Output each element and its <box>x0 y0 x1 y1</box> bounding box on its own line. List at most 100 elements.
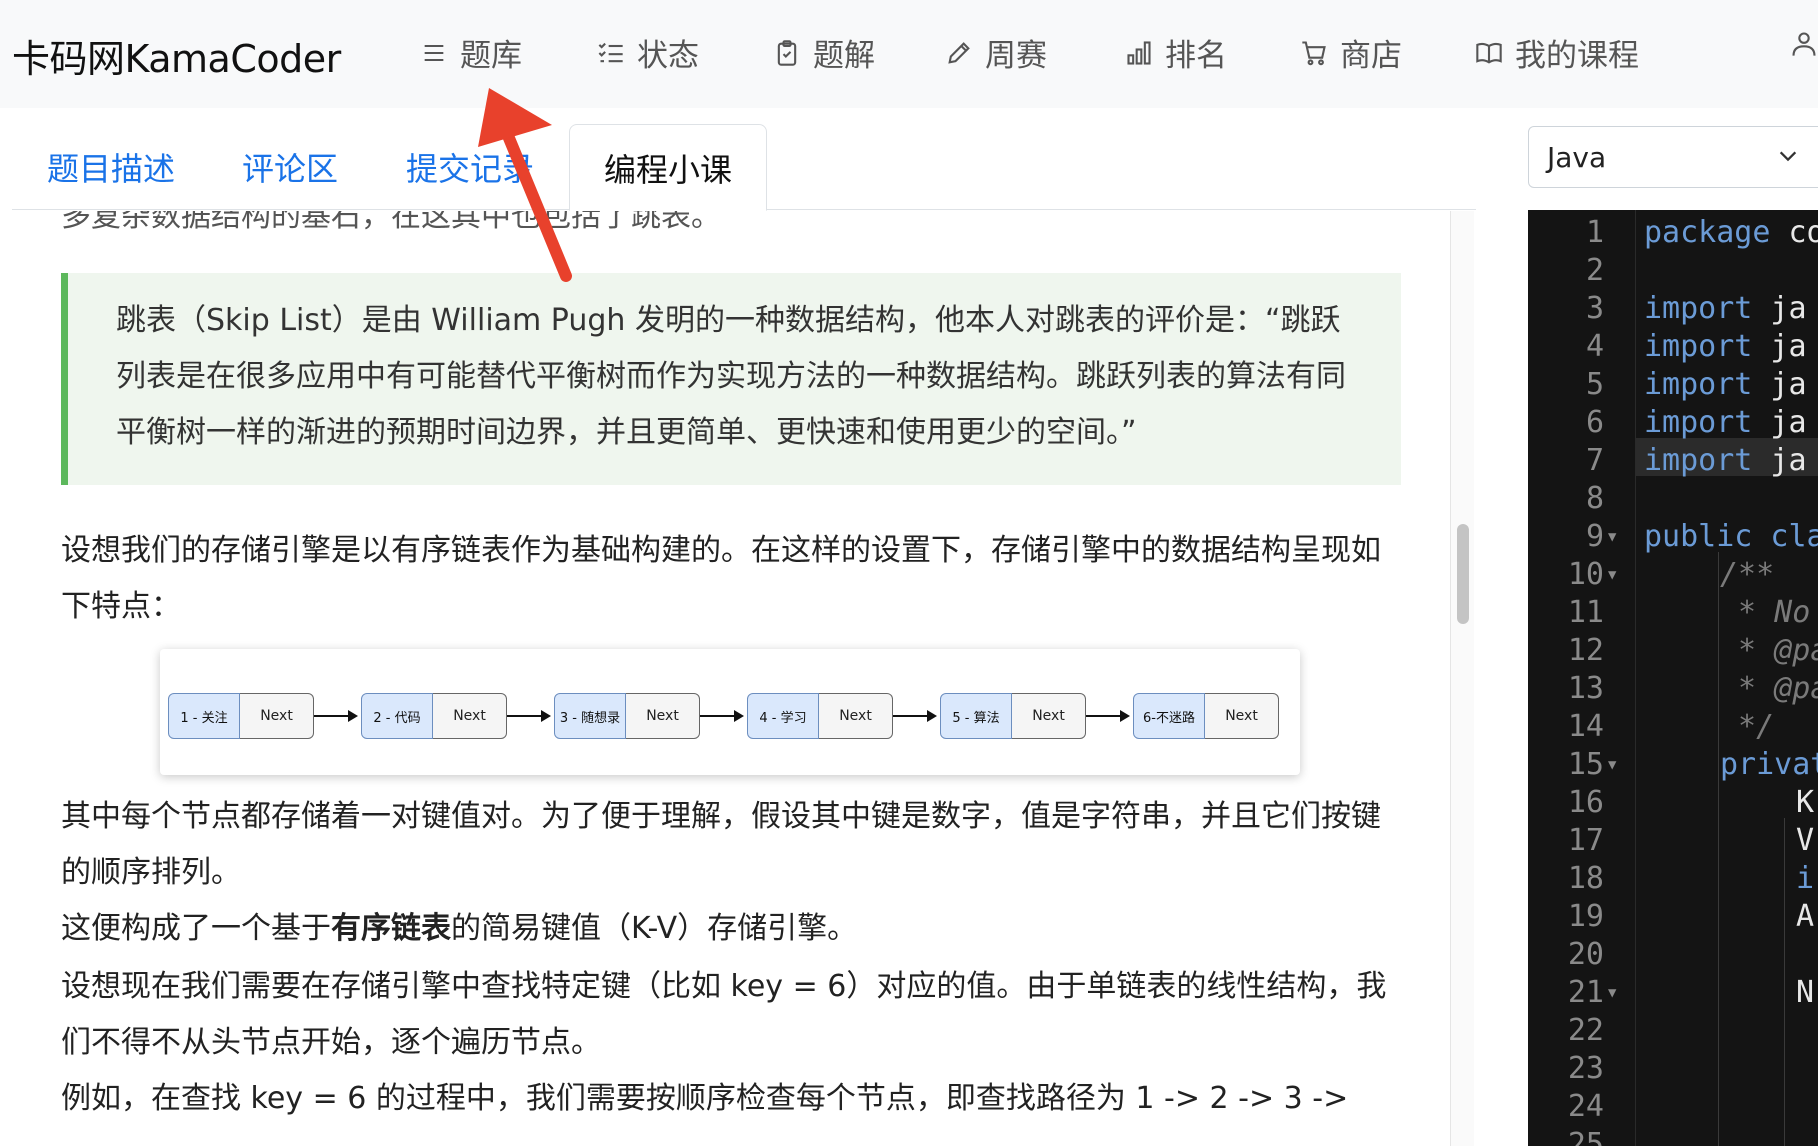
node-key: 6-不迷路 <box>1133 693 1205 739</box>
paragraph-partial: 多复杂数据结构的基石，在这其中也包括了跳表。 <box>61 211 721 234</box>
node-next: Next <box>1205 693 1279 739</box>
line-number: 8 <box>1585 481 1604 516</box>
brand-logo[interactable]: 卡码网KamaCoder <box>12 28 341 83</box>
node-key: 3 - 随想录 <box>554 693 626 739</box>
arrow-connector <box>314 710 358 722</box>
line-number: 4 <box>1585 329 1604 364</box>
nav-item-status[interactable]: 状态 <box>597 30 699 75</box>
tab-programming-lesson[interactable]: 编程小课 <box>569 124 768 211</box>
code-editor[interactable]: 1 package co 2 3 import ja 4 import ja 5 import … <box>1528 210 1818 1146</box>
nav-item-weekly-contest[interactable]: 周赛 <box>945 30 1047 75</box>
paragraph: 设想我们的存储引擎是以有序链表作为基础构建的。在这样的设置下，存储引擎中的数据结… <box>61 533 1381 624</box>
fold-toggle-icon[interactable]: ▼ <box>1608 746 1616 784</box>
code-line: import ja <box>1644 291 1807 326</box>
line-number: 11 <box>1567 595 1604 630</box>
top-navbar: 卡码网KamaCoder 题库 状态 题解 周赛 排名 商店 我的课程 <box>0 0 1818 108</box>
nav-item-my-courses[interactable]: 我的课程 <box>1475 30 1639 75</box>
node-key: 1 - 关注 <box>168 693 240 739</box>
list-node: 2 - 代码 Next <box>361 693 507 739</box>
nav-label: 题库 <box>460 38 522 74</box>
line-number: 19 <box>1567 899 1604 934</box>
keyword-token: import <box>1644 291 1753 326</box>
nav-item-problems[interactable]: 题库 <box>420 30 522 75</box>
line-number: 23 <box>1567 1051 1604 1086</box>
nav-label: 周赛 <box>985 38 1047 74</box>
node-next: Next <box>626 693 700 739</box>
list-node: 1 - 关注 Next <box>168 693 314 739</box>
keyword-token: import <box>1644 329 1753 364</box>
checklist-icon <box>598 42 623 62</box>
node-key: 2 - 代码 <box>361 693 433 739</box>
indent-guide <box>1718 552 1719 1146</box>
linked-list-figure: 1 - 关注 Next 2 - 代码 Next 3 - 随想录 Next 4 -… <box>160 649 1300 775</box>
content-scrollbar[interactable] <box>1450 211 1474 1146</box>
line-number: 17 <box>1567 823 1604 858</box>
line-number: 7 <box>1585 443 1604 478</box>
node-next: Next <box>1012 693 1086 739</box>
line-number: 13 <box>1567 671 1604 706</box>
keyword-token: i <box>1796 861 1815 896</box>
list-node: 4 - 学习 Next <box>747 693 893 739</box>
line-number: 9 <box>1585 519 1604 554</box>
line-number: 22 <box>1567 1013 1604 1048</box>
line-number: 12 <box>1567 633 1604 668</box>
list-node: 5 - 算法 Next <box>940 693 1086 739</box>
chevron-down-icon <box>1779 151 1797 162</box>
bold-text: 有序链表 <box>331 911 451 946</box>
arrow-connector <box>893 710 937 722</box>
line-number: 2 <box>1585 253 1604 288</box>
arrow-connector <box>507 710 551 722</box>
cart-icon <box>1302 40 1326 65</box>
list-node: 6-不迷路 Next <box>1133 693 1279 739</box>
code-line: /** <box>1720 557 1775 592</box>
nav-label: 排名 <box>1165 38 1227 74</box>
fold-toggle-icon[interactable]: ▼ <box>1608 556 1616 594</box>
code-line: package co <box>1644 215 1818 250</box>
code-line: privat <box>1720 746 1818 784</box>
line-number: 20 <box>1567 937 1604 972</box>
keyword-token: import <box>1644 443 1753 478</box>
blockquote: 跳表（Skip List）是由 William Pugh 发明的一种数据结构，他… <box>61 273 1401 485</box>
paragraph: 这便构成了一个基于有序链表的简易键值（K-V）存储引擎。 <box>61 901 1401 957</box>
node-key: 5 - 算法 <box>940 693 1012 739</box>
fold-toggle-icon[interactable]: ▼ <box>1608 518 1616 556</box>
bar-chart-icon <box>1127 40 1151 65</box>
code-line: K <box>1796 785 1815 820</box>
keyword-token: privat <box>1720 747 1818 782</box>
nav-item-shop[interactable]: 商店 <box>1300 30 1402 75</box>
keyword-token: import <box>1644 367 1753 402</box>
quote-text: 跳表（Skip List）是由 William Pugh 发明的一种数据结构，他… <box>116 303 1346 450</box>
keyword-token: import <box>1644 405 1753 440</box>
code-line: import ja <box>1644 329 1807 364</box>
text-run: 的简易键值（K-V）存储引擎。 <box>451 911 858 946</box>
lesson-content: 多复杂数据结构的基石，在这其中也包括了跳表。 跳表（Skip List）是由 W… <box>12 211 1450 1146</box>
code-line: * @pa <box>1720 633 1818 668</box>
pencil-icon <box>948 41 970 64</box>
code-line: N <box>1796 975 1815 1010</box>
node-key: 4 - 学习 <box>747 693 819 739</box>
code-line: */ <box>1720 709 1775 744</box>
nav-item-ranking[interactable]: 排名 <box>1125 30 1227 75</box>
list-icon <box>424 44 444 61</box>
line-number: 1 <box>1585 215 1604 250</box>
users-icon <box>1792 32 1816 56</box>
language-select[interactable]: Java <box>1528 126 1818 188</box>
code-line: import ja <box>1644 405 1807 440</box>
arrow-connector <box>700 710 744 722</box>
code-line: V <box>1796 823 1815 858</box>
nav-item-solutions[interactable]: 题解 <box>773 30 875 75</box>
tab-description[interactable]: 题目描述 <box>47 124 175 210</box>
line-number: 25 <box>1567 1127 1604 1146</box>
scrollbar-thumb[interactable] <box>1457 524 1469 624</box>
node-next: Next <box>433 693 507 739</box>
paragraph: 例如，在查找 key = 6 的过程中，我们需要按顺序检查每个节点，即查找路径为… <box>61 1081 1349 1116</box>
nav-item-user[interactable] <box>1790 30 1818 58</box>
line-number: 15 <box>1567 747 1604 782</box>
language-value: Java <box>1547 140 1607 174</box>
tab-submissions[interactable]: 提交记录 <box>406 124 534 210</box>
list-node: 3 - 随想录 Next <box>554 693 700 739</box>
line-number: 16 <box>1567 785 1604 820</box>
tab-comments[interactable]: 评论区 <box>242 124 338 210</box>
fold-toggle-icon[interactable]: ▼ <box>1608 974 1616 1012</box>
nav-label: 我的课程 <box>1515 38 1639 74</box>
